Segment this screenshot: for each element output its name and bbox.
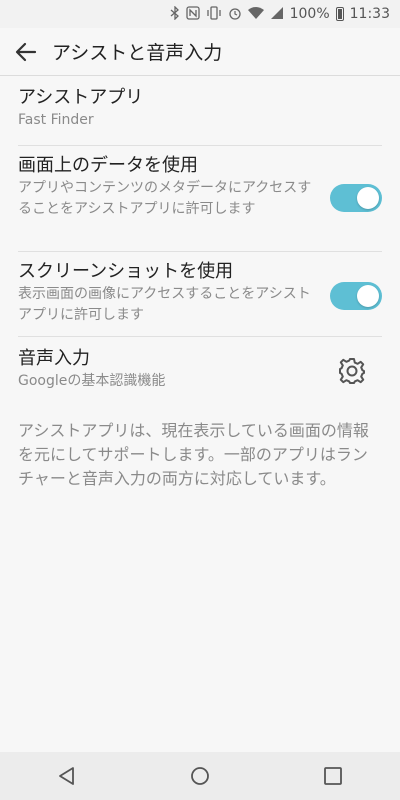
triangle-back-icon bbox=[58, 767, 74, 785]
status-bar: 100% 11:33 bbox=[0, 0, 400, 28]
circle-home-icon bbox=[191, 767, 209, 785]
bluetooth-icon bbox=[170, 4, 180, 23]
voice-input-value: Googleの基本認識機能 bbox=[18, 373, 166, 389]
back-button[interactable] bbox=[2, 28, 50, 76]
screenshot-title: スクリーンショットを使用 bbox=[18, 261, 234, 282]
back-arrow-icon bbox=[15, 42, 37, 61]
voice-input-settings-button[interactable] bbox=[336, 355, 368, 387]
screenshot-setting[interactable]: スクリーンショットを使用 表示画面の画像にアクセスすることをアシストアプリに許可… bbox=[18, 252, 382, 337]
wifi-icon bbox=[247, 6, 264, 23]
screen-data-summary: アプリやコンテンツのメタデータにアクセスすることをアシストアプリに許可します bbox=[18, 180, 312, 217]
toggle-knob bbox=[357, 187, 379, 209]
screenshot-text: スクリーンショットを使用 表示画面の画像にアクセスすることをアシストアプリに許可… bbox=[18, 260, 313, 326]
status-time: 11:33 bbox=[349, 6, 390, 22]
screenshot-toggle[interactable] bbox=[330, 282, 382, 310]
navigation-bar bbox=[0, 752, 400, 800]
settings-list: アシストアプリ Fast Finder 画面上のデータを使用 アプリやコンテンツ… bbox=[0, 76, 400, 491]
assist-app-title: アシストアプリ bbox=[18, 87, 144, 108]
alarm-icon bbox=[228, 6, 242, 23]
app-bar: アシストと音声入力 bbox=[0, 28, 400, 76]
battery-icon bbox=[335, 7, 344, 21]
nav-back-button[interactable] bbox=[39, 752, 95, 800]
nfc-icon bbox=[185, 5, 200, 23]
screen-data-setting[interactable]: 画面上のデータを使用 アプリやコンテンツのメタデータにアクセスすることをアシスト… bbox=[18, 146, 382, 252]
voice-input-title: 音声入力 bbox=[18, 348, 90, 369]
nav-recents-button[interactable] bbox=[305, 752, 361, 800]
square-recents-icon bbox=[324, 767, 343, 785]
toggle-knob bbox=[357, 285, 379, 307]
screen-data-text: 画面上のデータを使用 アプリやコンテンツのメタデータにアクセスすることをアシスト… bbox=[18, 154, 313, 220]
nav-home-button[interactable] bbox=[172, 752, 228, 800]
screen-data-toggle[interactable] bbox=[330, 184, 382, 212]
screenshot-summary: 表示画面の画像にアクセスすることをアシストアプリに許可します bbox=[18, 286, 311, 323]
screen-data-title: 画面上のデータを使用 bbox=[18, 155, 198, 176]
signal-icon bbox=[270, 6, 284, 23]
assist-app-setting[interactable]: アシストアプリ Fast Finder bbox=[18, 76, 382, 146]
battery-percent: 100% bbox=[289, 6, 330, 22]
gear-icon bbox=[339, 358, 365, 384]
page-title: アシストと音声入力 bbox=[52, 42, 223, 64]
assist-app-value: Fast Finder bbox=[18, 112, 94, 128]
vibrate-icon bbox=[206, 5, 222, 23]
assist-note: アシストアプリは、現在表示している画面の情報を元にしてサポートします。一部のアプ… bbox=[18, 421, 369, 488]
voice-input-setting[interactable]: 音声入力 Googleの基本認識機能 bbox=[18, 337, 382, 405]
